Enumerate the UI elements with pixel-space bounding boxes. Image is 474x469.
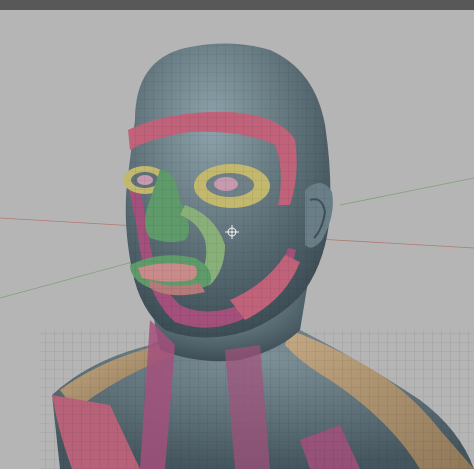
3d-viewport[interactable] [0,10,474,469]
viewport-canvas[interactable] [0,10,474,469]
head-mesh [123,43,333,338]
viewport-grid-line [339,177,474,206]
sculpt-app [0,0,474,469]
viewport-grid-line [0,259,141,299]
top-toolbar-strip [0,0,474,10]
